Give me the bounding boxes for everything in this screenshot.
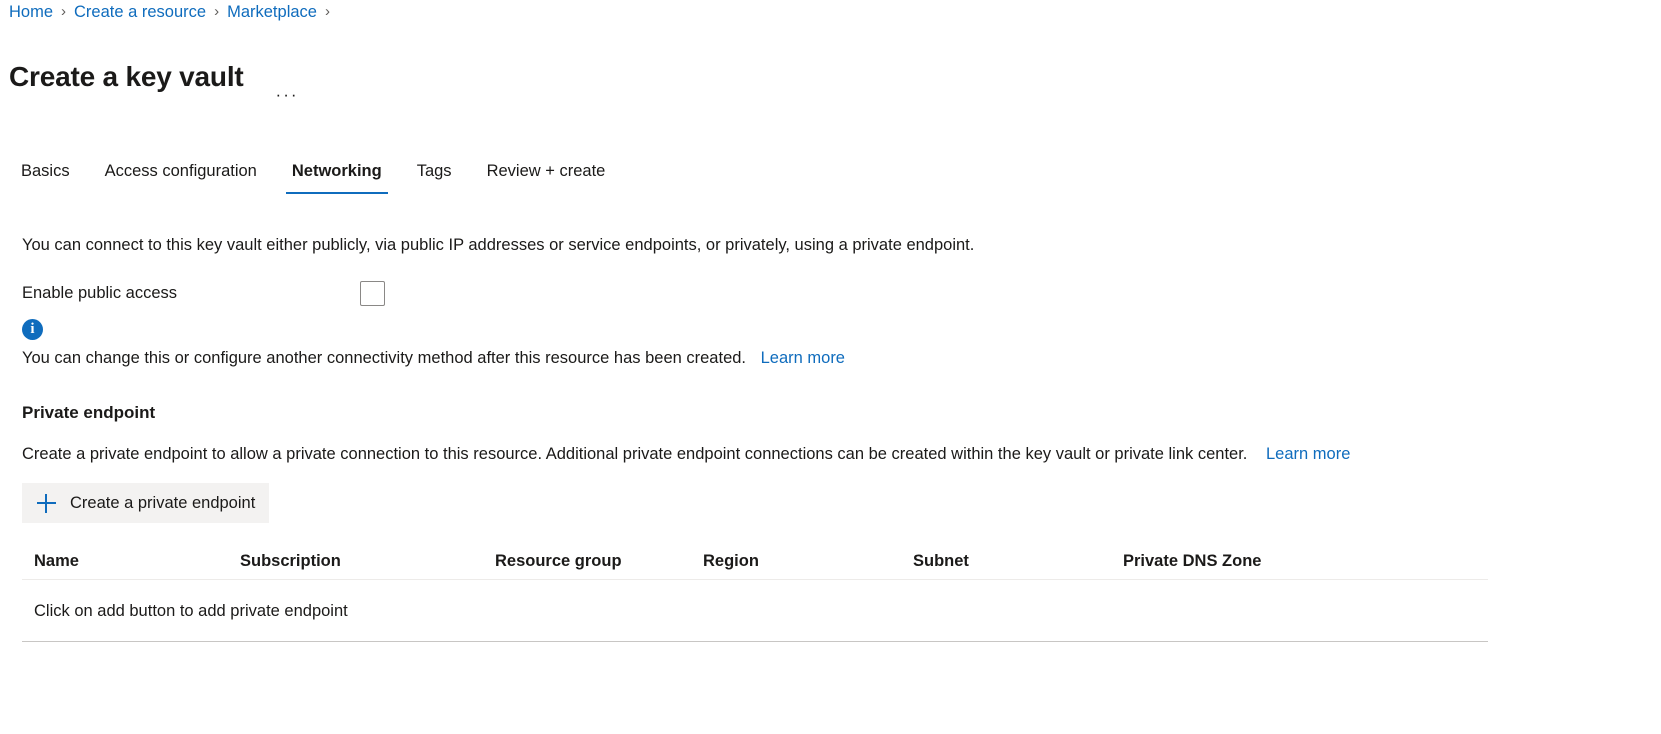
breadcrumb-item-home[interactable]: Home [9, 1, 53, 23]
wizard-tabs: Basics Access configuration Networking T… [9, 150, 617, 194]
create-private-endpoint-button[interactable]: Create a private endpoint [22, 483, 270, 523]
column-header-private-dns-zone: Private DNS Zone [1123, 552, 1262, 570]
networking-intro-text: You can connect to this key vault either… [22, 236, 975, 254]
table-header-row: Name Subscription Resource group Region … [22, 543, 1488, 580]
private-endpoint-description-text: Create a private endpoint to allow a pri… [22, 445, 1248, 463]
networking-tab-content: You can connect to this key vault either… [0, 232, 1661, 642]
page-title: Create a key vault [9, 60, 244, 92]
connectivity-info-text: You can change this or configure another… [22, 347, 1661, 369]
column-header-region: Region [703, 552, 759, 570]
tab-review-create[interactable]: Review + create [475, 160, 618, 194]
create-private-endpoint-button-label: Create a private endpoint [70, 494, 256, 512]
breadcrumb-item-create-a-resource[interactable]: Create a resource [74, 1, 206, 23]
tab-basics[interactable]: Basics [9, 160, 82, 194]
enable-public-access-label: Enable public access [22, 284, 178, 302]
column-header-name: Name [34, 552, 79, 570]
title-row: Create a key vault ··· [9, 38, 305, 116]
breadcrumb-separator-icon: › [324, 3, 330, 20]
tab-tags[interactable]: Tags [405, 160, 464, 194]
breadcrumb: Home › Create a resource › Marketplace › [9, 1, 338, 23]
table-empty-message: Click on add button to add private endpo… [34, 601, 348, 620]
info-icon: i [22, 319, 43, 340]
table-empty-row: Click on add button to add private endpo… [22, 580, 1488, 642]
column-header-subnet: Subnet [913, 552, 969, 570]
more-actions-icon[interactable]: ··· [270, 84, 305, 112]
create-key-vault-page: Home › Create a resource › Marketplace ›… [0, 0, 1661, 734]
connectivity-learn-more-link[interactable]: Learn more [761, 349, 845, 367]
plus-icon [34, 491, 58, 515]
connectivity-info-block: i You can change this or configure anoth… [22, 319, 1661, 369]
tab-access-configuration[interactable]: Access configuration [93, 160, 269, 194]
private-endpoint-description: Create a private endpoint to allow a pri… [22, 443, 1661, 465]
breadcrumb-separator-icon: › [214, 3, 220, 20]
breadcrumb-item-marketplace[interactable]: Marketplace [227, 1, 317, 23]
tab-networking[interactable]: Networking [280, 160, 394, 194]
breadcrumb-separator-icon: › [61, 3, 67, 20]
column-header-subscription: Subscription [240, 552, 341, 570]
private-endpoint-learn-more-link[interactable]: Learn more [1266, 445, 1350, 463]
private-endpoint-section-title: Private endpoint [22, 403, 156, 422]
enable-public-access-checkbox[interactable] [360, 280, 385, 306]
column-header-resource-group: Resource group [495, 552, 622, 570]
connectivity-info-message: You can change this or configure another… [22, 349, 747, 367]
private-endpoints-table: Name Subscription Resource group Region … [22, 543, 1488, 642]
enable-public-access-row: Enable public access [22, 280, 1661, 306]
